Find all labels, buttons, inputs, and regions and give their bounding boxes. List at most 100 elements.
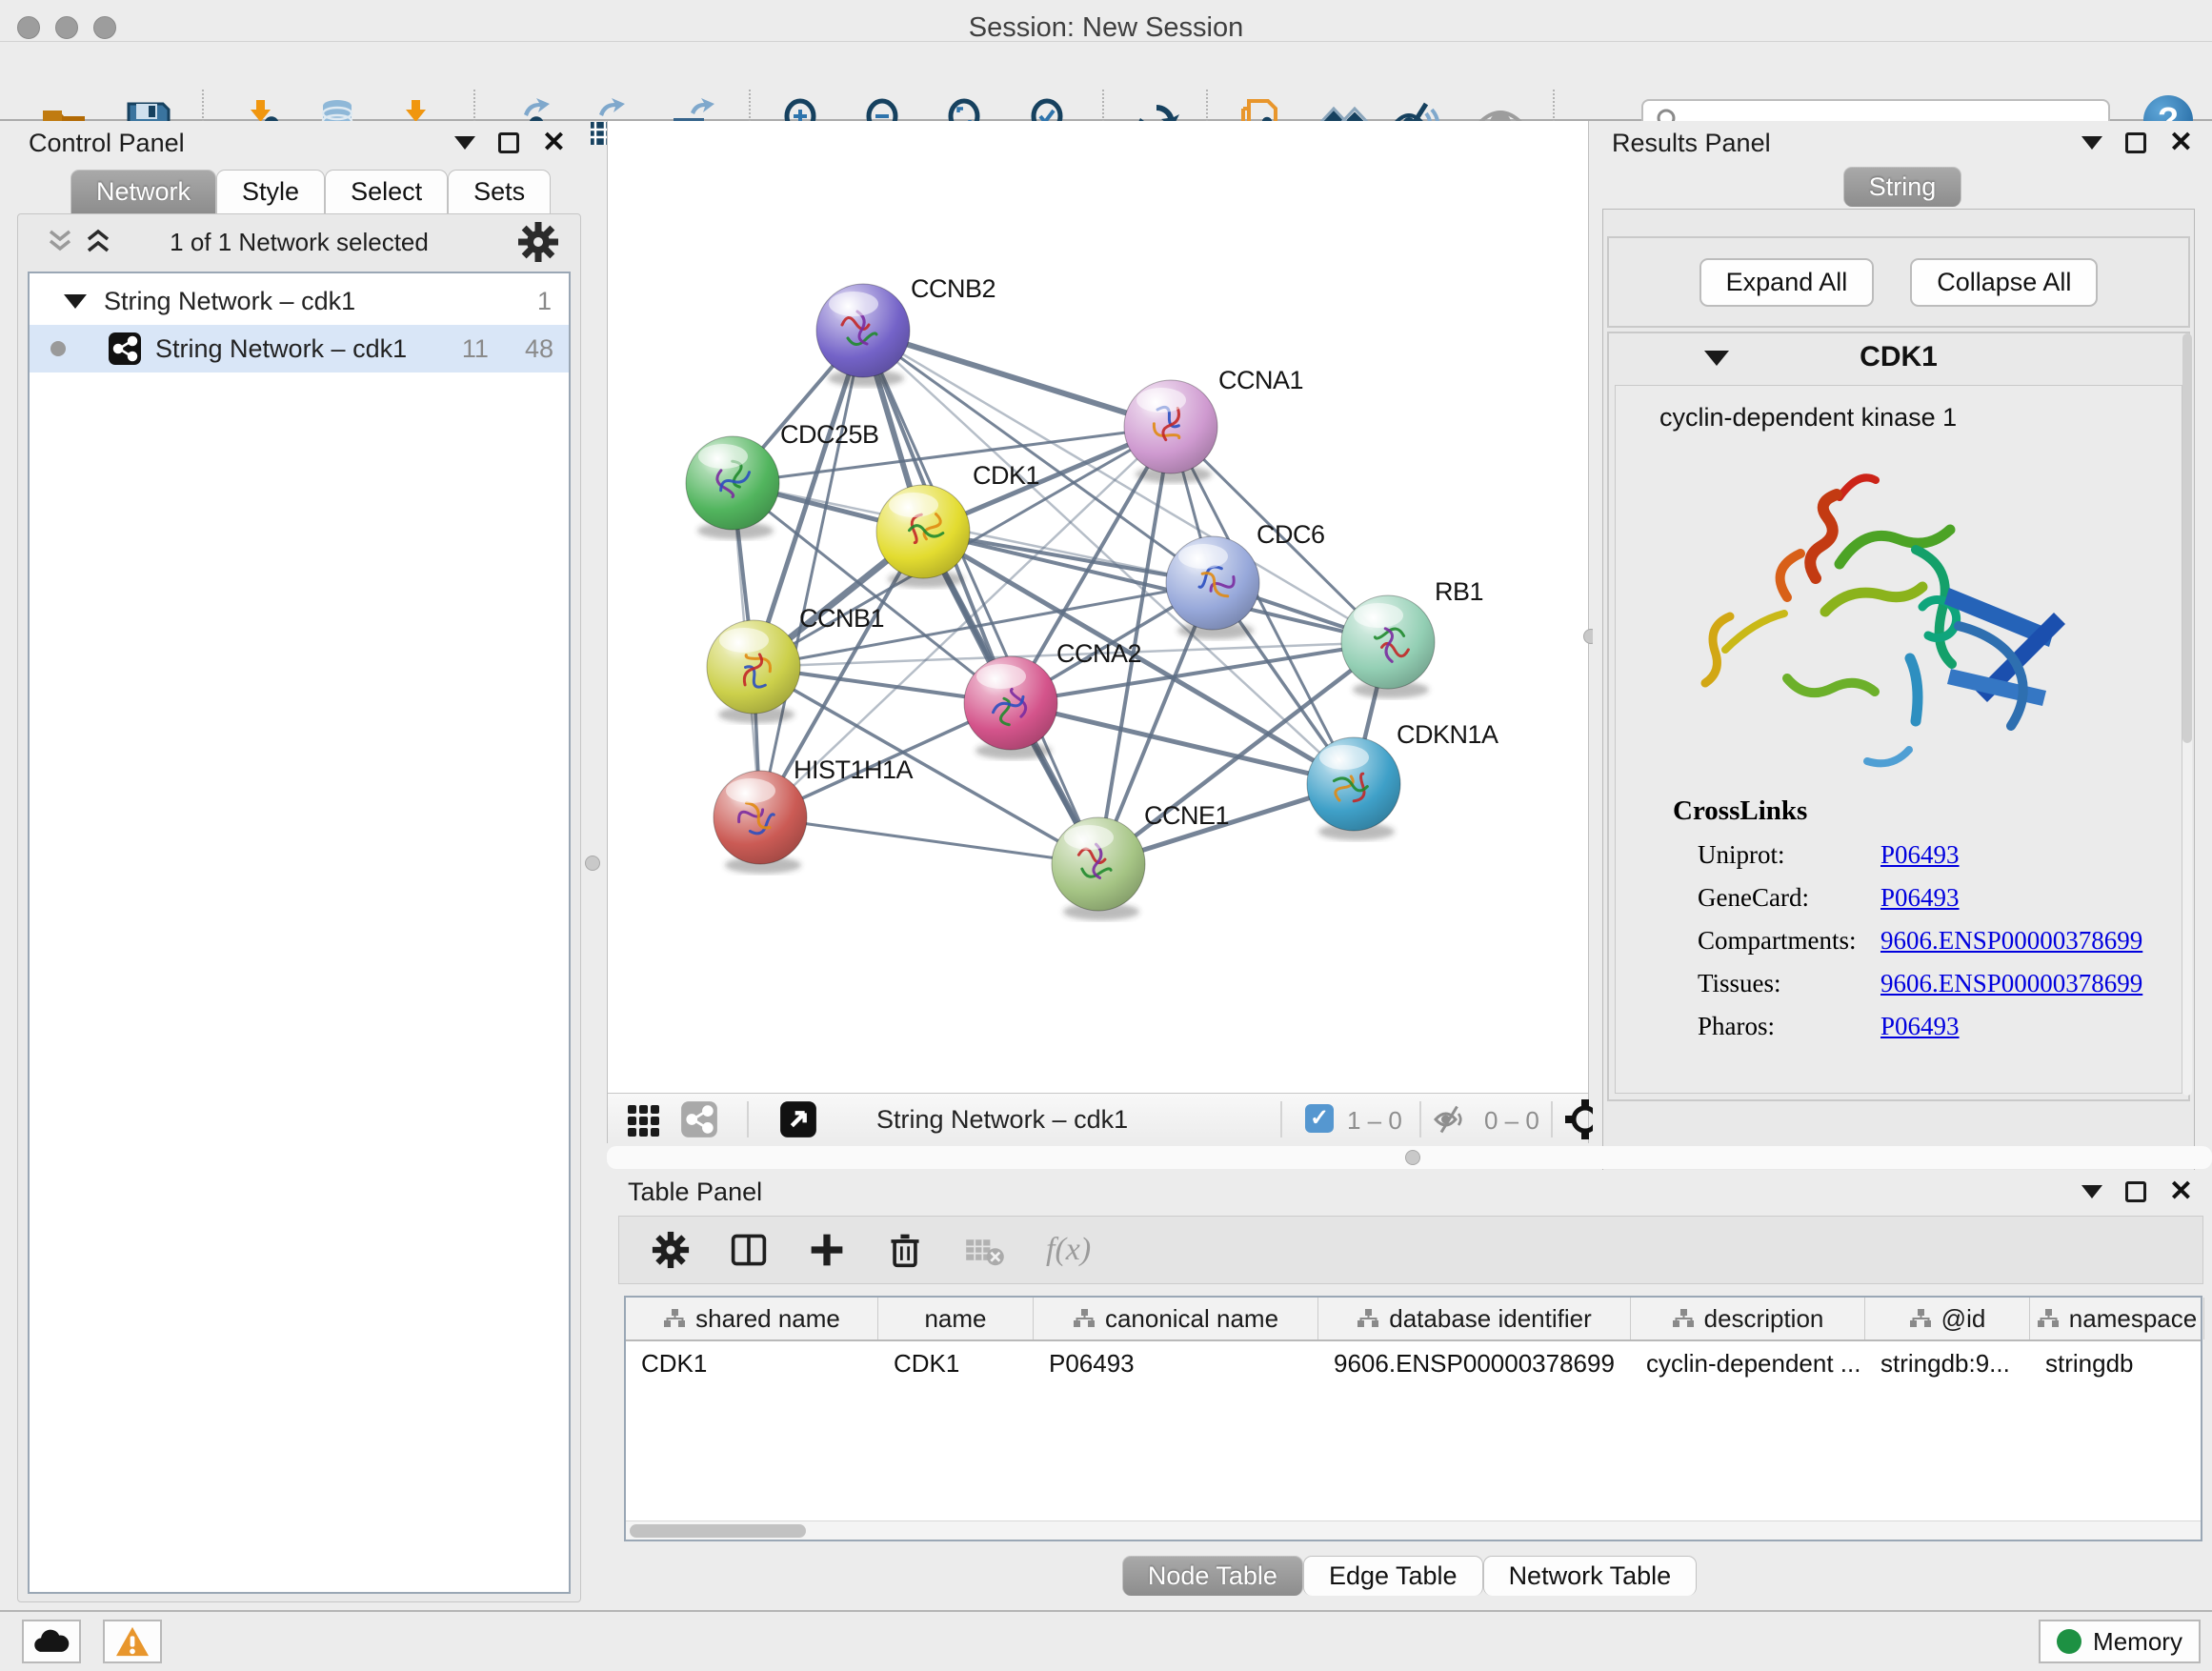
tab-style[interactable]: Style <box>216 170 325 213</box>
node-label: RB1 <box>1435 577 1483 606</box>
node-gloss-highlight <box>976 664 1026 689</box>
vertical-splitter-handle[interactable] <box>585 856 600 871</box>
panel-close-icon[interactable]: ✕ <box>542 132 566 153</box>
grid-view-icon[interactable] <box>625 1100 663 1138</box>
crosslink-link[interactable]: P06493 <box>1880 1012 1960 1041</box>
column-header-description[interactable]: description <box>1631 1298 1865 1339</box>
toolbar-separator <box>1419 1101 1421 1137</box>
network-collection-row[interactable]: String Network – cdk1 1 <box>30 277 569 325</box>
crosslink-row: Tissues:9606.ENSP00000378699 <box>1616 969 2182 998</box>
results-panel-title: Results Panel <box>1612 129 1771 158</box>
network-row-selected[interactable]: String Network – cdk1 11 48 <box>30 325 569 372</box>
column-header-label: shared name <box>695 1304 840 1334</box>
network-edge[interactable] <box>733 483 1213 583</box>
warnings-button[interactable] <box>103 1620 162 1663</box>
node-gloss-highlight <box>1178 544 1228 569</box>
column-header-database-identifier[interactable]: database identifier <box>1318 1298 1631 1339</box>
network-edge[interactable] <box>760 817 1098 864</box>
column-type-icon <box>1909 1308 1932 1329</box>
table-hscrollbar-track[interactable] <box>626 1520 2201 1540</box>
panel-float-icon[interactable] <box>498 132 519 153</box>
network-edge[interactable] <box>863 331 1171 427</box>
column-header-label: description <box>1704 1304 1824 1334</box>
delete-column-icon[interactable] <box>886 1231 924 1269</box>
panel-float-icon[interactable] <box>2125 1181 2146 1202</box>
hidden-node-edge-counts: 0 – 0 <box>1484 1106 1539 1136</box>
column-type-icon <box>663 1308 686 1329</box>
column-header-canonical-name[interactable]: canonical name <box>1034 1298 1318 1339</box>
gene-section-header[interactable]: CDK1 <box>1609 333 2188 383</box>
horizontal-splitter-handle[interactable] <box>1405 1150 1420 1165</box>
collection-count: 1 <box>537 287 552 316</box>
column-header-shared-name[interactable]: shared name <box>626 1298 878 1339</box>
show-columns-icon[interactable] <box>730 1231 768 1269</box>
column-header-name[interactable]: name <box>878 1298 1034 1339</box>
node-label: CDC6 <box>1257 520 1325 549</box>
table-toolbar: f(x) <box>618 1216 2203 1284</box>
panel-float-icon[interactable] <box>2125 132 2146 153</box>
crosslink-label: Uniprot: <box>1698 840 1880 870</box>
network-graph[interactable]: CCNB2CCNA1CDC25BCDK1CDC6RB1CCNB1CCNA2CDK… <box>608 121 1588 1093</box>
node-gloss-highlight <box>889 493 938 517</box>
detach-view-icon[interactable] <box>779 1100 817 1138</box>
selected-checkbox-icon[interactable]: ✓ <box>1305 1104 1334 1133</box>
network-node-ccna1[interactable]: CCNA1 <box>1124 366 1303 483</box>
network-tab-body: 1 of 1 Network selected String Network –… <box>17 213 581 1602</box>
crosslink-link[interactable]: 9606.ENSP00000378699 <box>1880 969 2142 998</box>
tab-network-table[interactable]: Network Table <box>1483 1556 1698 1596</box>
network-selection-status: 1 of 1 Network selected <box>18 228 580 257</box>
crosslink-link[interactable]: P06493 <box>1880 840 1960 870</box>
crosslink-label: Pharos: <box>1698 1012 1880 1041</box>
panel-collapse-icon[interactable] <box>454 136 475 150</box>
table-hscrollbar-thumb[interactable] <box>630 1524 806 1538</box>
add-column-icon[interactable] <box>808 1231 846 1269</box>
table-cell: stringdb <box>2030 1341 2204 1385</box>
string-results-container: Expand All Collapse All CDK1 cyclin-depe… <box>1602 209 2195 1199</box>
collapse-all-button[interactable]: Collapse All <box>1910 258 2098 307</box>
tree-expander-icon[interactable] <box>64 294 87 309</box>
table-cell: cyclin-dependent ... <box>1631 1341 1865 1385</box>
network-canvas-area[interactable]: CCNB2CCNA1CDC25BCDK1CDC6RB1CCNB1CCNA2CDK… <box>607 121 1589 1143</box>
crosslinks-title: CrossLinks <box>1616 795 2182 827</box>
crosslink-row: Compartments:9606.ENSP00000378699 <box>1616 926 2182 956</box>
cloud-button[interactable] <box>22 1620 81 1663</box>
network-node-rb1[interactable]: RB1 <box>1341 577 1483 698</box>
node-label: CDC25B <box>780 420 879 449</box>
network-options-gear-icon[interactable] <box>517 221 559 263</box>
network-node-cdkn1a[interactable]: CDKN1A <box>1307 720 1498 840</box>
tab-network[interactable]: Network <box>70 170 216 213</box>
tab-edge-table[interactable]: Edge Table <box>1303 1556 1483 1596</box>
table-cell: 9606.ENSP00000378699 <box>1318 1341 1631 1385</box>
node-gloss-highlight <box>1136 388 1186 413</box>
function-builder-icon: f(x) <box>1046 1232 1091 1268</box>
table-row[interactable]: CDK1CDK1P064939606.ENSP00000378699cyclin… <box>626 1341 2201 1385</box>
panel-collapse-icon[interactable] <box>2081 1185 2102 1198</box>
network-node-hist1h1a[interactable]: HIST1H1A <box>714 755 914 874</box>
network-edge[interactable] <box>863 331 1098 864</box>
cloud-icon <box>32 1627 70 1656</box>
column-type-icon <box>2037 1308 2060 1329</box>
tab-sets[interactable]: Sets <box>448 170 551 213</box>
table-cell: CDK1 <box>626 1341 878 1385</box>
panel-collapse-icon[interactable] <box>2081 136 2102 150</box>
memory-button[interactable]: Memory <box>2039 1620 2201 1663</box>
column-header-id[interactable]: @id <box>1865 1298 2030 1339</box>
node-label: HIST1H1A <box>794 755 914 784</box>
tab-string[interactable]: String <box>1843 167 1962 207</box>
network-edge[interactable] <box>863 331 1388 642</box>
column-header-label: name <box>924 1304 986 1334</box>
network-view-mode-icon[interactable] <box>680 1100 718 1138</box>
tab-node-table[interactable]: Node Table <box>1122 1556 1303 1596</box>
table-options-gear-icon[interactable] <box>652 1231 690 1269</box>
crosslink-link[interactable]: P06493 <box>1880 883 1960 913</box>
crosslink-link[interactable]: 9606.ENSP00000378699 <box>1880 926 2142 956</box>
network-edge[interactable] <box>1011 703 1354 784</box>
horizontal-splitter[interactable] <box>607 1146 2212 1169</box>
results-scrollbar-thumb[interactable] <box>2182 333 2192 743</box>
panel-close-icon[interactable]: ✕ <box>2169 132 2193 153</box>
column-header-namespace[interactable]: namespace <box>2030 1298 2204 1339</box>
tab-select[interactable]: Select <box>325 170 448 213</box>
crosslink-label: Compartments: <box>1698 926 1880 956</box>
expand-all-button[interactable]: Expand All <box>1699 258 1875 307</box>
panel-close-icon[interactable]: ✕ <box>2169 1181 2193 1202</box>
